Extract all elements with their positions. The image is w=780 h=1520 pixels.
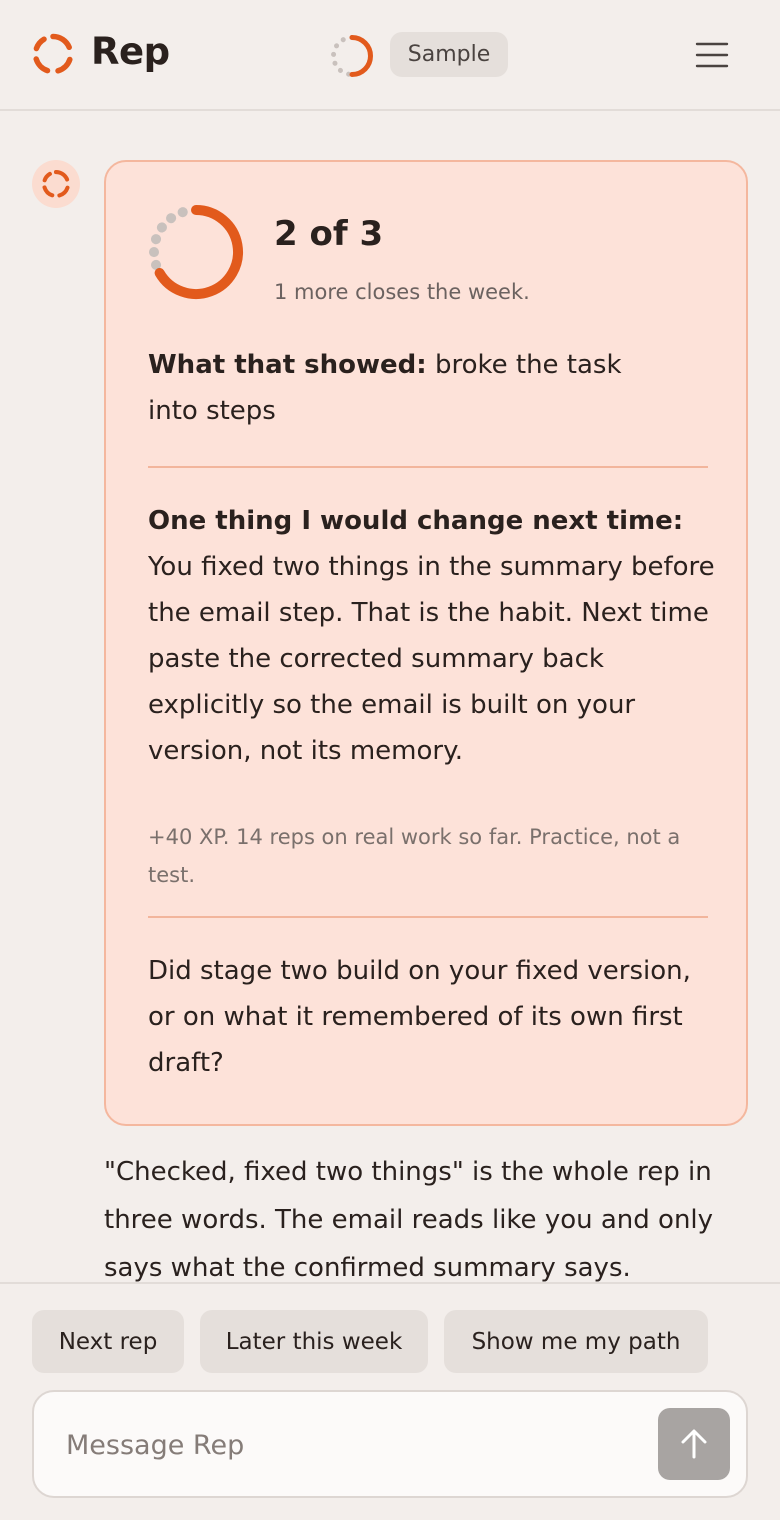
arrow-up-icon — [681, 1429, 707, 1459]
change-text: You fixed two things in the summary befo… — [148, 552, 715, 766]
send-button[interactable] — [658, 1408, 730, 1480]
rep-feedback-card: 2 of 3 1 more closes the week. What that… — [104, 160, 748, 1126]
progress-subtitle: 1 more closes the week. — [274, 280, 530, 304]
change-next-time: One thing I would change next time: You … — [148, 498, 718, 774]
showed-label: What that showed: — [148, 350, 427, 380]
reflection-question: Did stage two build on your fixed versio… — [148, 956, 691, 1078]
app-name: Rep — [91, 30, 170, 73]
assistant-reply: "Checked, fixed two things" is the whole… — [104, 1157, 714, 1282]
quick-reply-show-path[interactable]: Show me my path — [444, 1310, 708, 1373]
quick-reply-next-rep[interactable]: Next rep — [32, 1310, 184, 1373]
xp-note: +40 XP. 14 reps on real work so far. Pra… — [148, 825, 681, 887]
chat-thread[interactable]: 2 of 3 1 more closes the week. What that… — [0, 112, 780, 1282]
divider — [148, 916, 708, 918]
assistant-avatar — [32, 160, 80, 208]
hamburger-menu-icon[interactable] — [695, 41, 729, 69]
progress-title: 2 of 3 — [274, 214, 384, 254]
what-it-showed: What that showed: broke the task into st… — [148, 342, 648, 434]
change-label: One thing I would change next time: — [148, 506, 684, 536]
sample-badge: Sample — [390, 32, 508, 77]
message-input[interactable] — [66, 1420, 646, 1470]
ring-logo-icon — [42, 170, 70, 198]
divider — [148, 466, 708, 468]
ring-logo-icon — [33, 33, 73, 74]
quick-reply-later-this-week[interactable]: Later this week — [200, 1310, 428, 1373]
message-composer — [32, 1390, 748, 1498]
app-header: Rep Sample — [0, 0, 780, 111]
composer-bar: Next rep Later this week Show me my path — [0, 1282, 780, 1520]
progress-ring — [149, 205, 243, 299]
week-progress-icon — [331, 35, 373, 77]
